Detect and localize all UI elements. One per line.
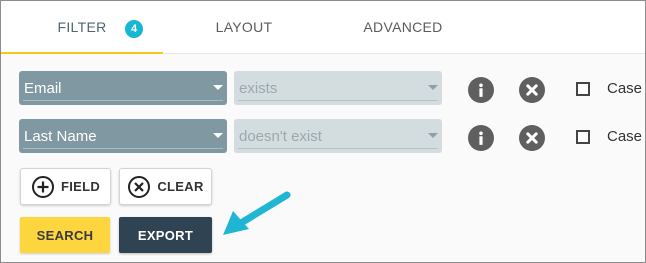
case-sensitive-checkbox[interactable] [576, 82, 590, 96]
filter-condition-select[interactable]: doesn't exist [234, 119, 442, 153]
x-circle-icon [127, 175, 151, 199]
plus-circle-icon [31, 175, 55, 199]
chevron-down-icon [428, 85, 438, 90]
clear-button[interactable]: CLEAR [119, 168, 212, 205]
filter-condition-value: doesn't exist [239, 127, 322, 145]
filter-field-value: Last Name [24, 127, 97, 145]
tab-filter-label: FILTER [57, 19, 107, 35]
select-underline [23, 100, 223, 101]
remove-filter-icon[interactable] [519, 125, 545, 151]
filter-panel: FILTER 4 LAYOUT ADVANCED Email exists Ca… [0, 0, 646, 263]
active-tab-indicator [1, 52, 163, 54]
add-field-label: FIELD [60, 179, 101, 194]
info-icon[interactable] [468, 125, 494, 151]
chevron-down-icon [428, 133, 438, 138]
filter-field-select[interactable]: Email [19, 71, 227, 105]
case-sensitive-label: Case [607, 80, 643, 97]
tab-bar: FILTER 4 LAYOUT ADVANCED [1, 1, 645, 54]
filter-field-select[interactable]: Last Name [19, 119, 227, 153]
remove-filter-icon[interactable] [519, 77, 545, 103]
chevron-down-icon [213, 133, 223, 138]
tab-layout[interactable]: LAYOUT [163, 1, 325, 53]
tab-advanced[interactable]: ADVANCED [325, 1, 481, 53]
case-sensitive-label: Case [607, 128, 643, 145]
export-button[interactable]: EXPORT [119, 217, 212, 253]
add-field-button[interactable]: FIELD [20, 168, 111, 205]
filter-condition-value: exists [239, 79, 278, 97]
filter-condition-select[interactable]: exists [234, 71, 442, 105]
search-button[interactable]: SEARCH [20, 217, 110, 253]
clear-label: CLEAR [157, 179, 204, 194]
filter-count-badge: 4 [125, 20, 143, 38]
select-underline [238, 100, 438, 101]
case-sensitive-checkbox[interactable] [576, 130, 590, 144]
select-underline [23, 148, 223, 149]
info-icon[interactable] [468, 77, 494, 103]
tab-layout-label: LAYOUT [215, 19, 273, 35]
tab-advanced-label: ADVANCED [363, 19, 443, 35]
filter-field-value: Email [24, 79, 62, 97]
chevron-down-icon [213, 85, 223, 90]
select-underline [238, 148, 438, 149]
arrow-icon [223, 191, 291, 235]
